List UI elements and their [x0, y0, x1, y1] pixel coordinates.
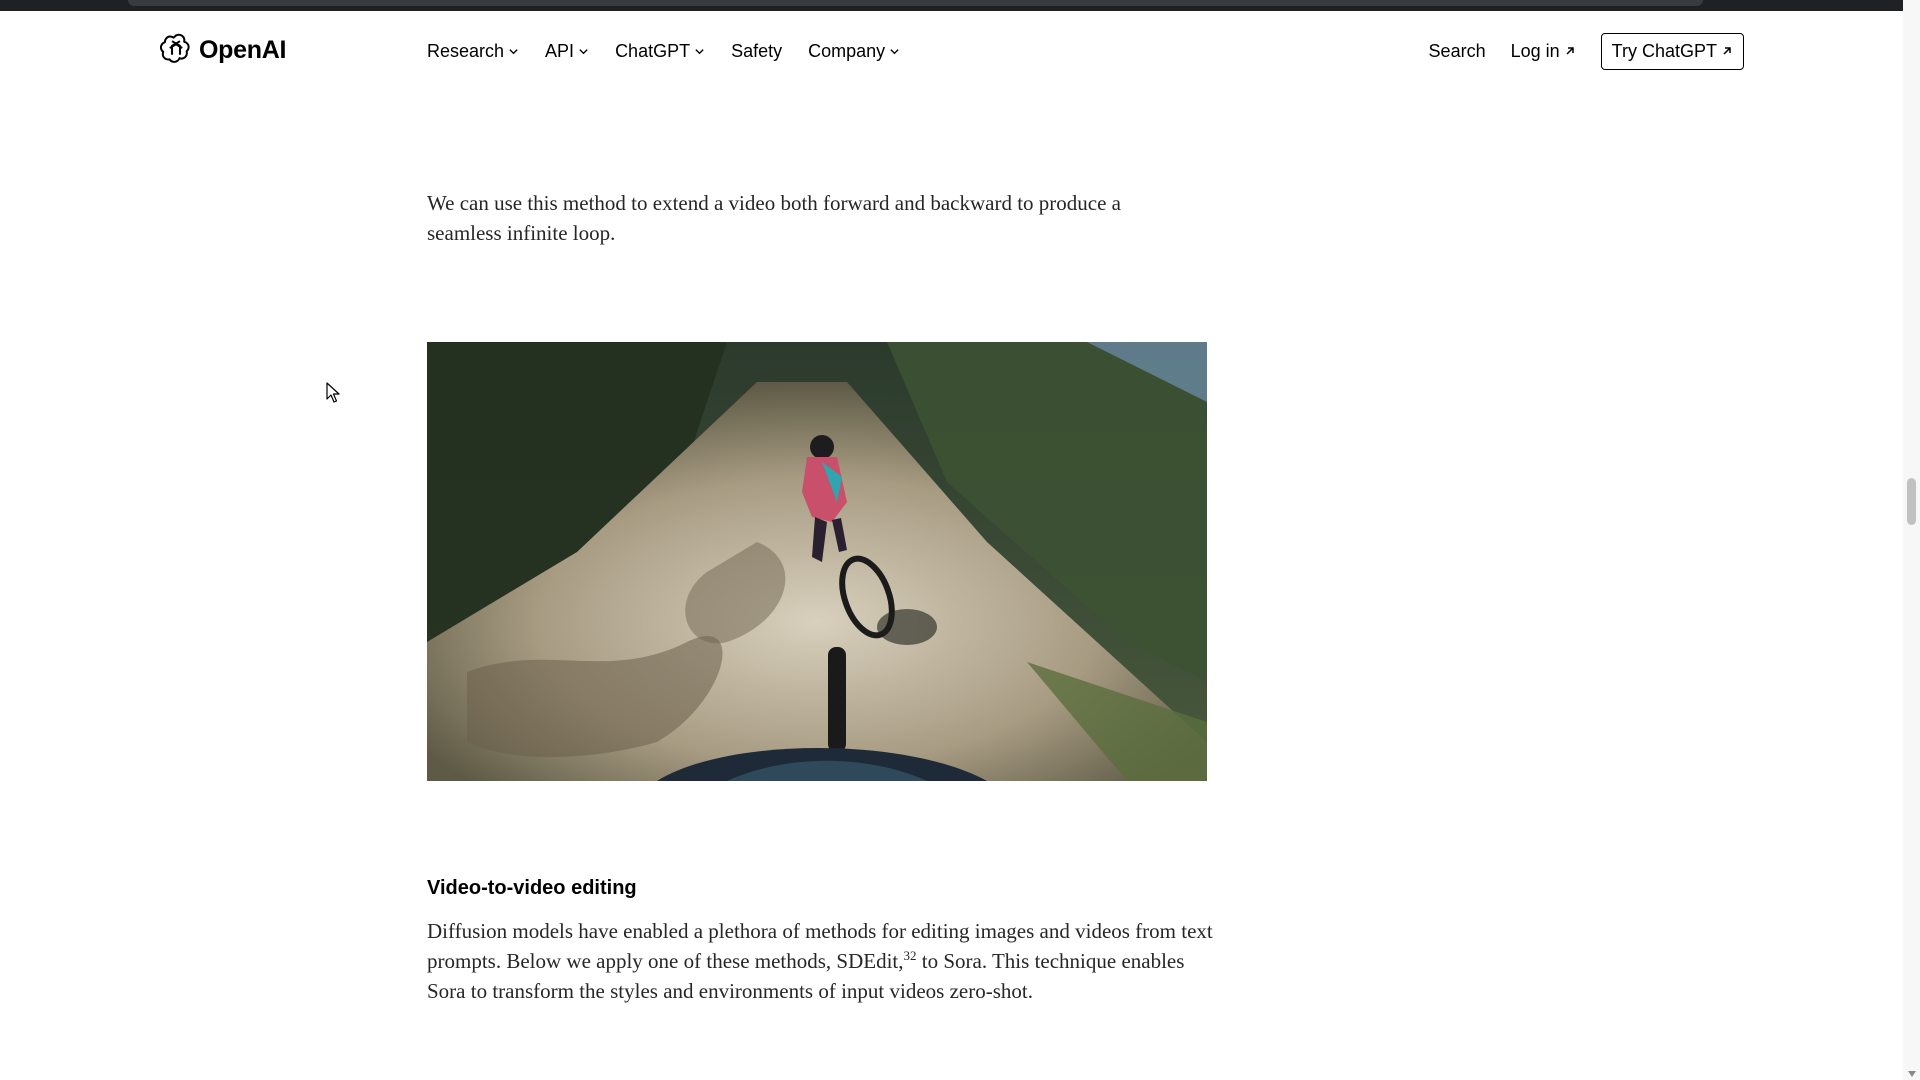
openai-logo-icon [159, 31, 193, 70]
openai-logo[interactable]: OpenAI [159, 31, 286, 70]
video-frame-mountain-bike [427, 342, 1207, 781]
scroll-down-arrow-icon[interactable] [1908, 1071, 1916, 1077]
nav-item-api[interactable]: API [545, 41, 589, 62]
header-actions: Search Log in Try ChatGPT [1429, 33, 1744, 70]
chevron-down-icon [694, 41, 705, 62]
video-player[interactable] [427, 342, 1207, 781]
chevron-down-icon [889, 41, 900, 62]
nav-item-chatgpt[interactable]: ChatGPT [615, 41, 705, 62]
site-header: OpenAI Research API ChatGPT Safety Compa… [0, 11, 1903, 91]
page-scrollbar[interactable] [1903, 0, 1920, 1080]
brand-name: OpenAI [199, 36, 287, 64]
arrow-up-right-icon [1564, 41, 1576, 62]
login-label: Log in [1510, 41, 1560, 61]
nav-label: ChatGPT [615, 41, 691, 61]
paragraph-video-editing: Diffusion models have enabled a plethora… [427, 916, 1217, 1006]
section-heading: Video-to-video editing [427, 877, 637, 899]
scrollbar-thumb[interactable] [1907, 478, 1916, 525]
browser-tab-edge [128, 0, 1703, 6]
nav-label: API [545, 41, 575, 61]
browser-top-bar [0, 0, 1920, 11]
try-chatgpt-label: Try ChatGPT [1611, 41, 1717, 61]
login-link[interactable]: Log in [1511, 41, 1576, 62]
nav-item-safety[interactable]: Safety [731, 41, 782, 62]
arrow-up-right-icon [1721, 41, 1733, 62]
chevron-down-icon [508, 41, 519, 62]
try-chatgpt-button[interactable]: Try ChatGPT [1600, 33, 1744, 70]
nav-label: Company [808, 41, 886, 61]
chevron-down-icon [578, 41, 589, 62]
nav-item-research[interactable]: Research [427, 41, 519, 62]
search-link[interactable]: Search [1429, 41, 1486, 62]
mouse-cursor-icon [326, 382, 342, 404]
paragraph-loop: We can use this method to extend a video… [427, 191, 1121, 245]
nav-label: Safety [731, 41, 783, 61]
primary-nav: Research API ChatGPT Safety Company [427, 41, 900, 62]
nav-item-company[interactable]: Company [808, 41, 900, 62]
footnote-ref[interactable]: 32 [904, 948, 917, 963]
nav-label: Research [427, 41, 505, 61]
